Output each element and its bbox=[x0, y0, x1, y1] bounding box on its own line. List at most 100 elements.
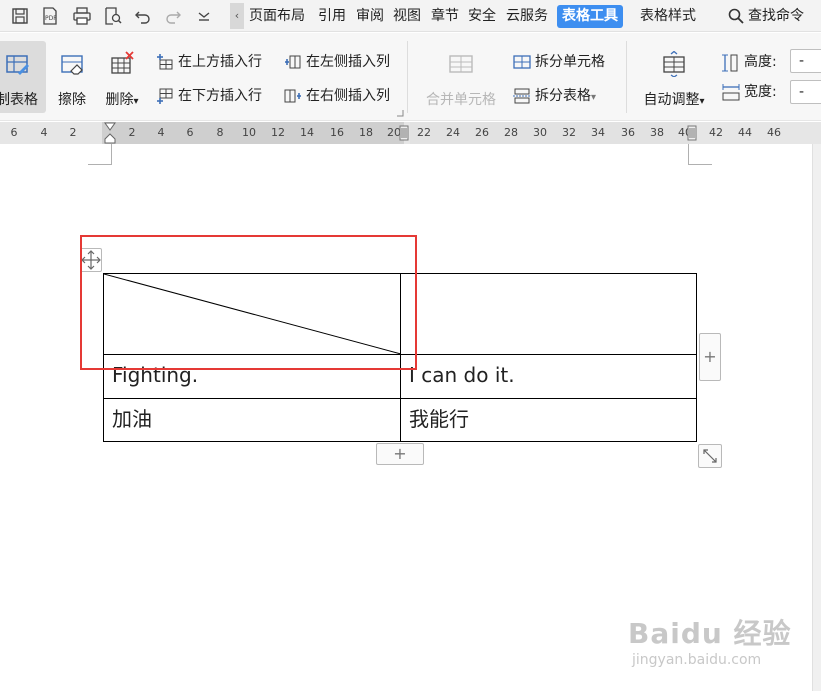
horizontal-ruler[interactable]: 6 4 2 2 4 6 8 10 12 14 16 18 20 22 24 26… bbox=[0, 122, 821, 144]
resize-arrows-icon bbox=[703, 449, 717, 463]
ruler-tick: 2 bbox=[128, 126, 136, 139]
page-corner-mark bbox=[688, 144, 689, 165]
ribbon: 制表格 擦除 删除▾ 在上方插入行 在下方插入行 在左侧插入列 在右侧插入列 合… bbox=[0, 33, 821, 121]
column-marker-icon[interactable] bbox=[686, 122, 698, 144]
draw-table-label: 制表格 bbox=[0, 92, 38, 108]
eraser-icon bbox=[61, 55, 83, 75]
search-command-label: 查找命令 bbox=[748, 8, 804, 24]
add-column-button[interactable]: + bbox=[699, 333, 721, 381]
ribbon-separator bbox=[407, 41, 408, 113]
auto-adjust-button[interactable]: 自动调整▾ bbox=[636, 41, 712, 113]
table-cell[interactable]: 我能行 bbox=[400, 398, 697, 442]
undo-icon[interactable] bbox=[133, 6, 153, 26]
tab-chapter[interactable]: 章节 bbox=[431, 0, 459, 32]
watermark-url: jingyan.baidu.com bbox=[632, 652, 762, 668]
col-width-input[interactable]: - bbox=[790, 80, 821, 104]
row-height-icon bbox=[722, 54, 738, 72]
ruler-tick: 24 bbox=[446, 126, 460, 139]
ruler-tick: 2 bbox=[69, 126, 77, 139]
ruler-tick: 22 bbox=[417, 126, 431, 139]
tab-table-style[interactable]: 表格样式 bbox=[640, 0, 696, 32]
auto-adjust-icon bbox=[663, 51, 685, 77]
vertical-scrollbar[interactable] bbox=[812, 144, 821, 691]
ruler-tick: 14 bbox=[300, 126, 314, 139]
page-corner-mark bbox=[688, 164, 712, 165]
insert-row-below-icon bbox=[157, 88, 173, 104]
col-width-label: 宽度: bbox=[744, 84, 777, 100]
eraser-button[interactable]: 擦除 bbox=[52, 41, 92, 113]
insert-row-above-label: 在上方插入行 bbox=[178, 54, 262, 70]
draw-table-icon bbox=[6, 55, 29, 75]
row-height-label-group: 高度: bbox=[722, 51, 777, 73]
ruler-tick: 12 bbox=[271, 126, 285, 139]
menu-scroll-left-button[interactable]: ‹ bbox=[230, 3, 244, 29]
tab-cloud-service[interactable]: 云服务 bbox=[506, 0, 548, 32]
baidu-jingyan-watermark: Baidu 经验 jingyan.baidu.com bbox=[628, 612, 808, 672]
insert-row-above-button[interactable]: 在上方插入行 bbox=[156, 51, 262, 73]
insert-row-below-button[interactable]: 在下方插入行 bbox=[156, 85, 262, 107]
col-width-label-group: 宽度: bbox=[722, 81, 777, 103]
insert-row-below-label: 在下方插入行 bbox=[178, 88, 262, 104]
tab-table-tools[interactable]: 表格工具 bbox=[557, 5, 623, 28]
tab-security[interactable]: 安全 bbox=[468, 0, 496, 32]
merge-cells-label: 合并单元格 bbox=[426, 92, 496, 108]
col-width-icon bbox=[722, 84, 740, 101]
table-cell[interactable]: I can do it. bbox=[400, 354, 697, 399]
redo-icon[interactable] bbox=[163, 6, 183, 26]
save-icon[interactable] bbox=[10, 6, 30, 26]
split-cells-button[interactable]: 拆分单元格 bbox=[513, 51, 605, 73]
ruler-tick: 36 bbox=[621, 126, 635, 139]
draw-table-button[interactable]: 制表格 bbox=[0, 41, 46, 113]
menu-bar: PDF ‹ 页面布局 引用 审阅 视图 章节 安全 云服务 表格工具 表格样式 … bbox=[0, 0, 821, 32]
search-command[interactable]: 查找命令 bbox=[728, 0, 804, 32]
ruler-tick: 28 bbox=[504, 126, 518, 139]
split-table-label: 拆分表格▾ bbox=[535, 88, 597, 104]
split-table-button[interactable]: 拆分表格▾ bbox=[513, 85, 596, 107]
row-height-input[interactable]: - bbox=[790, 49, 821, 73]
delete-button[interactable]: 删除▾ bbox=[98, 41, 146, 113]
insert-col-right-button[interactable]: 在右侧插入列 bbox=[284, 85, 390, 107]
merge-cells-icon bbox=[449, 55, 473, 73]
tab-review[interactable]: 审阅 bbox=[356, 0, 384, 32]
ruler-tick: 34 bbox=[591, 126, 605, 139]
tab-page-layout[interactable]: 页面布局 bbox=[249, 0, 305, 32]
merge-cells-button[interactable]: 合并单元格 bbox=[420, 41, 502, 113]
insert-row-above-icon bbox=[157, 54, 173, 70]
search-icon bbox=[728, 8, 744, 24]
print-preview-icon[interactable] bbox=[103, 6, 123, 26]
table-resize-handle[interactable] bbox=[698, 444, 722, 468]
insert-col-right-label: 在右侧插入列 bbox=[306, 88, 390, 104]
ruler-tick: 44 bbox=[738, 126, 752, 139]
ruler-tick: 10 bbox=[242, 126, 256, 139]
auto-adjust-label: 自动调整▾ bbox=[643, 92, 705, 108]
highlight-annotation-box bbox=[80, 235, 417, 370]
ruler-tick: 26 bbox=[475, 126, 489, 139]
split-table-icon bbox=[513, 88, 531, 104]
column-marker-icon[interactable] bbox=[398, 122, 410, 144]
ruler-tick: 16 bbox=[330, 126, 344, 139]
ruler-tick: 6 bbox=[10, 126, 18, 139]
insert-col-left-icon bbox=[285, 55, 301, 69]
table-cell[interactable]: 加油 bbox=[103, 398, 401, 442]
ruler-tick: 4 bbox=[40, 126, 48, 139]
print-icon[interactable] bbox=[72, 6, 92, 26]
ruler-tick: 38 bbox=[650, 126, 664, 139]
split-cells-label: 拆分单元格 bbox=[535, 54, 605, 70]
svg-text:PDF: PDF bbox=[45, 15, 57, 22]
ruler-tick: 46 bbox=[767, 126, 781, 139]
add-row-button[interactable]: + bbox=[376, 443, 424, 465]
insert-col-left-button[interactable]: 在左侧插入列 bbox=[284, 51, 390, 73]
tab-references[interactable]: 引用 bbox=[318, 0, 346, 32]
delete-label: 删除▾ bbox=[105, 92, 139, 108]
delete-table-icon bbox=[111, 51, 134, 74]
ruler-tick: 8 bbox=[216, 126, 224, 139]
indent-marker-icon[interactable] bbox=[104, 122, 116, 144]
customize-quick-access-icon[interactable] bbox=[194, 6, 214, 26]
watermark-logo: Baidu 经验 bbox=[628, 617, 792, 650]
tab-view[interactable]: 视图 bbox=[393, 0, 421, 32]
ruler-tick: 42 bbox=[709, 126, 723, 139]
table-cell[interactable] bbox=[400, 273, 697, 355]
export-pdf-icon[interactable]: PDF bbox=[40, 6, 60, 26]
insert-col-left-label: 在左侧插入列 bbox=[306, 54, 390, 70]
dialog-launcher-icon[interactable] bbox=[396, 109, 404, 117]
